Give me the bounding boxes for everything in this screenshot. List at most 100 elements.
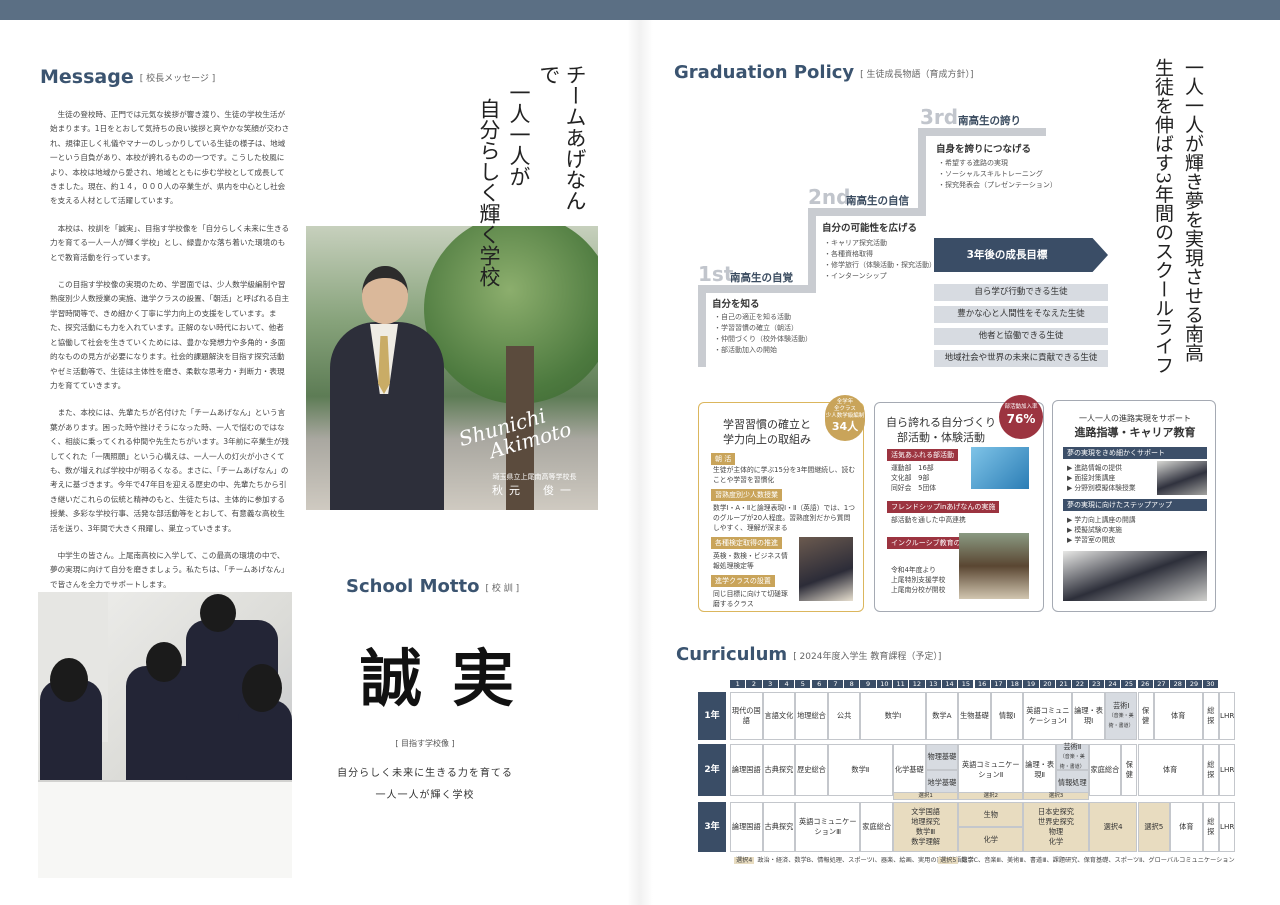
curriculum-cell: 数学A [925, 692, 959, 740]
period-number: 14 [941, 680, 958, 688]
message-paragraph: 生徒の登校時、正門では元気な挨拶が響き渡り、生徒の学校生活が始まります。1日をと… [50, 110, 290, 206]
curriculum-cell: 言語文化 [762, 692, 796, 740]
card-list: ▶ 進路情報の提供 ▶ 面接対策講座 ▶ 分野別模擬体験授業 [1067, 464, 1136, 492]
curriculum-cell: 地理総合 [795, 692, 828, 740]
step-title: 南高生の誇り [958, 115, 1021, 127]
message-heading: Message[ 校長メッセージ ] [40, 66, 216, 88]
curriculum-cell: 体育 [1137, 744, 1203, 796]
graduation-heading: Graduation Policy[ 生徒成長物語（育成方針）] [674, 62, 974, 83]
step-item: ・インターンシップ [824, 272, 887, 280]
curriculum-cell: 数学Ⅱ [827, 744, 893, 796]
period-number: 30 [1202, 680, 1218, 688]
class-size-badge: 全学年 全クラス 少人数学級編制 34人 [825, 395, 865, 441]
period-number: 12 [909, 680, 925, 688]
elective-header: 選択2 [958, 792, 1024, 800]
ideal-line: 一人一人が輝く学校 [375, 790, 475, 801]
card-tag: 朝 活 [711, 453, 736, 465]
card-learning: 学習習慣の確立と 学力向上の取組み 全学年 全クラス 少人数学級編制 34人 朝 活 生… [698, 395, 865, 612]
period-number: 1 [730, 680, 746, 688]
card-text: 同じ目標に向けて切磋琢磨するクラス [713, 590, 788, 608]
period-number: 21 [1056, 680, 1072, 688]
step-item: ・部活動加入の開始 [714, 346, 777, 354]
principal-photo: Shunichi Akimoto 埼玉県立上尾南高等学校長 秋元 俊一 [306, 226, 598, 510]
card-tag: 夢の実現に向けたステップアップ [1063, 499, 1207, 511]
curriculum-cell: 英語コミュニケーションⅡ [958, 744, 1024, 796]
message-paragraph: 本校は、校訓を「誠実」、目指す学校像を「自分らしく未来に生きる力を育てる一人一人… [50, 223, 290, 262]
club-rate-badge: 部活動加入率 76% [999, 395, 1043, 439]
swimming-photo [971, 447, 1029, 489]
curriculum-cell: 芸術Ⅱ （音楽・美術・書道） [1056, 742, 1089, 770]
curriculum-cell: 選択5 [1137, 802, 1171, 852]
school-sign-photo [959, 533, 1029, 599]
curriculum-cell: 現代の国語 [730, 692, 763, 740]
period-number: 27 [1153, 680, 1170, 688]
student-head [50, 658, 88, 702]
card-title: 自ら誇れる自分づくり 部活動・体験活動 [886, 416, 996, 444]
message-paragraph: この目指す学校像の実現のため、学習面では、少人数学級編制や習熟度別少人数授業の実… [50, 280, 290, 390]
card-title: 学習習慣の確立と 学力向上の取組み [723, 418, 811, 446]
card-title: 進路指導・キャリア教育 [1074, 426, 1196, 439]
step-number: 1st [698, 262, 734, 286]
period-number: 16 [974, 680, 990, 688]
step-item: ・学習習慣の確立（朝活） [714, 324, 798, 332]
step-list: ・希望する進路の実現 ・ソーシャルスキルトレーニング ・探究発表会（プレゼンテーショ… [938, 158, 1057, 191]
period-number: 20 [1039, 680, 1055, 688]
card-tag: 各種検定取得の推進 [711, 537, 782, 549]
card-list: ▶ 学力向上講座の開講 ▶ 模擬試験の実施 ▶ 学習室の開放 [1067, 516, 1136, 544]
stair-tread [698, 285, 816, 293]
period-number: 9 [860, 680, 876, 688]
period-number: 2 [746, 680, 762, 688]
card-career: 一人一人の進路実現をサポート 進路指導・キャリア教育 夢の実現をきめ細かくサポー… [1052, 400, 1216, 612]
card-text: 数学Ⅰ・A・Ⅱと論理表現Ⅰ・Ⅱ（英語）では、1つのグループが20人程度。習熟度別… [713, 504, 856, 532]
card-tag: 進学クラスの設置 [711, 575, 775, 587]
card-tag: 活気あふれる部活動 [887, 449, 958, 461]
curriculum-cell: 論理・表現Ⅱ [1023, 744, 1056, 796]
period-number: 10 [876, 680, 892, 688]
step-item: ・ソーシャルスキルトレーニング [938, 170, 1043, 178]
step-item: ・仲間づくり（校外体験活動） [714, 335, 812, 343]
step-item: ・キャリア探究活動 [824, 239, 887, 247]
period-number: 23 [1088, 680, 1104, 688]
growth-goal: 自ら学び行動できる生徒 [934, 284, 1108, 301]
curriculum-cell: 家庭総合 [860, 802, 893, 852]
step-list: ・自己の適正を知る活動 ・学習習慣の確立（朝活） ・仲間づくり（校外体験活動） ・部活… [714, 312, 812, 356]
growth-goal: 豊かな心と人間性をそなえた生徒 [934, 306, 1108, 323]
period-number: 3 [762, 680, 778, 688]
card-text: 生徒が主体的に学ぶ15分を3年間継続し、読むことや学習を習慣化 [713, 466, 856, 484]
ideal-label: [ 目指す学校像 ] [395, 739, 455, 748]
curriculum-cell: 体育 [1153, 692, 1203, 740]
slogan-line: チームあげなんで [537, 64, 587, 211]
period-number: 8 [844, 680, 860, 688]
step-title: 南高生の自覚 [730, 272, 793, 284]
curriculum-cell: 論理・表現Ⅰ [1072, 692, 1105, 740]
students-photo [38, 592, 292, 878]
period-number: 6 [811, 680, 827, 688]
card-tag: フレンドシップinあげなんの実施 [887, 501, 1000, 513]
student-head [200, 594, 236, 632]
curriculum-cell: 数学Ⅰ [860, 692, 926, 740]
step-number: 3rd [920, 105, 959, 129]
curriculum-cell: 生物基礎 [958, 692, 991, 740]
message-paragraph: また、本校には、先輩たちが名付けた「チームあげなん」という言葉があります。困った… [50, 408, 289, 533]
curriculum-cell: 保健 [1137, 692, 1154, 740]
curriculum-cell: LHR [1219, 802, 1236, 852]
curriculum-cell: 物理基礎 [925, 744, 959, 770]
curriculum-cell: 生物 [958, 802, 1024, 827]
curriculum-cell: 総探 [1202, 692, 1219, 740]
curriculum-cell: 総探 [1202, 744, 1219, 796]
elective-header: 選択1 [893, 792, 959, 800]
message-paragraph: 中学生の皆さん。上尾南高校に入学して、この最高の環境の中で、夢の実現に向けて自分… [50, 550, 289, 589]
growth-goal: 地域社会や世界の未来に貢献できる生徒 [934, 350, 1108, 367]
period-number: 11 [893, 680, 909, 688]
period-number: 5 [795, 680, 811, 688]
motto-calligraphy: 誠実 [360, 642, 545, 715]
step-item: ・各種資格取得 [824, 250, 873, 258]
step-item: ・修学旅行（体験活動・探究活動） [824, 261, 936, 269]
stair-riser [808, 208, 816, 293]
curriculum-cell: 芸術Ⅰ （音楽・美術・書道） [1104, 692, 1138, 740]
curriculum-cell: LHR [1219, 744, 1236, 796]
period-number: 22 [1072, 680, 1088, 688]
step-goal: 自分の可能性を広げる [822, 223, 918, 234]
card-text: 英検・数検・ビジネス情報処理検定等 [713, 552, 788, 570]
curriculum-cell: 総探 [1202, 802, 1219, 852]
